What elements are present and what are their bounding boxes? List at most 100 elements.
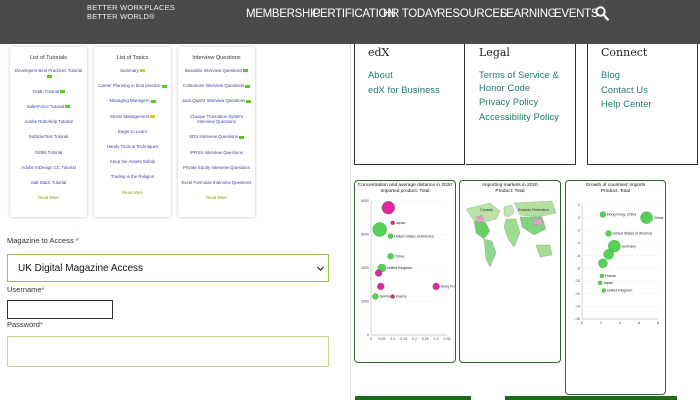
x-tick-label: 0.1 — [390, 337, 395, 341]
card-list-item[interactable]: Trading is the Religion — [97, 174, 168, 180]
card-item-label: Adobe Robohelp Tutorial — [24, 119, 73, 125]
footer-edx-title: edX — [368, 46, 390, 59]
x-tick-label: 2 — [600, 321, 602, 325]
card-list-item[interactable]: SalesForce Tutorial — [13, 104, 84, 110]
data-point[interactable] — [374, 269, 383, 277]
card-item-label: SublimeText Tutorial — [28, 134, 69, 140]
nav-events[interactable]: EVENTS — [554, 8, 599, 20]
card-item-label: Collections Interview Questions — [182, 83, 245, 89]
card-list-item[interactable]: Keep the Assets Safely — [97, 159, 168, 165]
x-tick-label: 0.05 — [378, 337, 385, 341]
badge-icon — [60, 90, 66, 94]
point-label: Japan — [603, 281, 613, 285]
data-point[interactable] — [432, 282, 440, 291]
read-more-link[interactable]: Read More — [10, 195, 87, 200]
username-input[interactable] — [7, 300, 113, 319]
data-point[interactable] — [390, 220, 395, 225]
y-tick-label: 0 — [578, 216, 580, 220]
card-list-item[interactable]: Career Planning in best practice — [97, 83, 168, 89]
data-point[interactable] — [598, 258, 608, 268]
read-more-link[interactable]: Read More — [178, 195, 255, 200]
card-list-item[interactable]: Adobe InDesign CC Tutorial — [13, 165, 84, 171]
bottom-button-bar[interactable] — [355, 396, 471, 400]
y-tick-label: 8000 — [361, 199, 369, 203]
card-list-item[interactable]: Salt Stack Tutorial — [13, 180, 84, 186]
card-list-item[interactable]: Handy Tools & Techniques — [97, 144, 168, 150]
password-input[interactable] — [7, 336, 329, 367]
data-point[interactable] — [603, 249, 614, 260]
y-tick-label: -16 — [575, 317, 580, 321]
footer-link-honor-code[interactable]: Honor Code — [479, 81, 575, 96]
y-tick-label: 6000 — [361, 233, 369, 237]
x-tick-label: 0 — [581, 321, 583, 325]
card-list-item[interactable]: Cheque Truncation System Interview Quest… — [181, 114, 252, 125]
card-list-item[interactable]: Eager to Learn — [97, 129, 168, 135]
footer-link-about[interactable]: About — [368, 68, 464, 83]
y-tick-label: 4000 — [361, 266, 369, 270]
x-tick-label: 4 — [619, 321, 621, 325]
data-point[interactable] — [601, 288, 606, 293]
card-item-label: Managing Managers — [109, 98, 150, 104]
data-point[interactable] — [372, 222, 387, 237]
badge-icon — [238, 135, 244, 139]
footer-connect-title: Connect — [601, 46, 648, 59]
bottom-button-bar[interactable] — [505, 396, 677, 400]
footer-link-edx-business[interactable]: edX for Business — [368, 83, 464, 98]
data-point[interactable] — [387, 253, 394, 260]
card-list-item[interactable]: Summary — [97, 68, 168, 74]
y-tick-label: -8 — [577, 267, 580, 271]
chart-subtitle: Imported product: Total — [380, 188, 430, 194]
card-list-item[interactable]: Collections Interview Questions — [181, 83, 252, 89]
map-label: Canada — [480, 208, 493, 212]
data-point[interactable] — [597, 280, 603, 286]
card-item-label: Eager to Learn — [117, 128, 148, 134]
card-list-item[interactable]: Excel Formulas Interview Questions — [181, 180, 252, 186]
data-point[interactable] — [377, 282, 385, 291]
x-tick-label: 0 — [370, 337, 372, 341]
x-tick-label: 0.15 — [400, 337, 407, 341]
footer-link-blog[interactable]: Blog — [601, 68, 697, 83]
data-point[interactable] — [387, 233, 394, 239]
card-list-item[interactable]: Private Equity Interview Questions — [181, 165, 252, 171]
card-list-item[interactable]: SublimeText Tutorial — [13, 134, 84, 140]
card-list-item[interactable]: Bearable Interview Questions — [181, 68, 252, 74]
data-point[interactable] — [372, 293, 379, 300]
card-list-item[interactable]: YAML Tutorial — [13, 89, 84, 95]
card-list-item[interactable]: IPRSS Interview Questions — [181, 150, 252, 156]
footer-link-privacy[interactable]: Privacy Policy — [479, 95, 575, 110]
card-item-label: SalesForce Tutorial — [26, 103, 65, 109]
nav-hr-today[interactable]: HR TODAY — [383, 8, 439, 20]
data-point[interactable] — [599, 211, 607, 218]
card-list-item[interactable]: GitBlit Tutorial — [13, 150, 84, 156]
point-label: Hong Kong, China — [441, 285, 455, 289]
card-list-item[interactable]: SDS Interview Questions — [181, 134, 252, 140]
data-point[interactable] — [381, 201, 396, 215]
card-list-item[interactable]: Managing Managers — [97, 98, 168, 104]
nav-resources[interactable]: RESOURCES — [437, 8, 507, 20]
data-point[interactable] — [640, 211, 653, 224]
search-icon[interactable] — [595, 6, 609, 21]
brand-logo[interactable]: BETTER WORKPLACES BETTER WORLD® — [87, 3, 175, 21]
brand-line-2: BETTER WORLD® — [87, 12, 155, 21]
card-list-item[interactable]: Adobe Robohelp Tutorial — [13, 119, 84, 125]
data-point[interactable] — [605, 230, 612, 237]
nav-learning[interactable]: LEARNING — [500, 8, 557, 20]
magazine-select[interactable]: UK Digital Magazine Access — [7, 254, 329, 282]
card-list-item[interactable]: Developers Best Practices Tutorial — [13, 68, 84, 79]
card-list-item[interactable]: Stress Management — [97, 114, 168, 120]
card-item-label: Bearable Interview Questions — [184, 68, 243, 73]
point-label: China — [395, 254, 404, 258]
footer-link-accessibility[interactable]: Accessibility Policy — [479, 110, 575, 125]
interview-questions-card: Interview Questions Bearable Interview Q… — [178, 47, 255, 217]
footer-link-contact[interactable]: Contact Us — [601, 83, 697, 98]
data-point[interactable] — [599, 273, 605, 279]
data-point[interactable] — [390, 294, 395, 299]
nav-membership[interactable]: MEMBERSHIP — [246, 8, 321, 20]
card-title: Interview Questions — [192, 55, 241, 61]
x-tick-label: 0.25 — [422, 337, 429, 341]
read-more-link[interactable]: Read More — [94, 190, 171, 195]
card-list-item[interactable]: Java Quartz Interview Questions — [181, 98, 252, 104]
footer-link-help[interactable]: Help Center — [601, 97, 697, 112]
username-label: Username* — [7, 285, 45, 294]
y-tick-label: -6 — [577, 254, 580, 258]
